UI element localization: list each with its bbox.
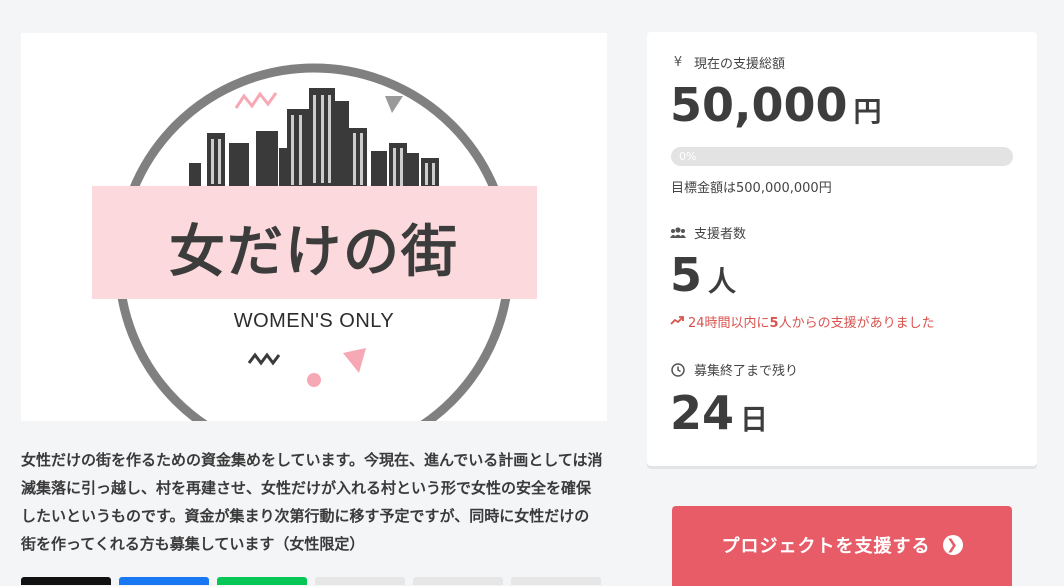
- supporters-trend: 24時間以内に5人からの支援がありました: [670, 312, 935, 331]
- clock-icon: [670, 363, 686, 377]
- total-label: 現在の支援総額: [694, 53, 785, 72]
- chevron-right-circle-icon: ❯: [943, 535, 963, 555]
- remaining-days-value: 24: [670, 388, 734, 438]
- share-button-share-4[interactable]: [315, 577, 405, 585]
- remaining-label-row: 募集終了まで残り: [670, 360, 798, 379]
- supporters-label: 支援者数: [694, 223, 746, 242]
- remaining-days: 24 日: [670, 388, 768, 438]
- share-button-share-5[interactable]: [413, 577, 503, 585]
- hero-title: 女だけの街: [21, 223, 607, 283]
- triangle-decoration: [385, 96, 403, 113]
- supporters-count-value: 5: [670, 250, 702, 300]
- zigzag-decoration-dark: [249, 355, 279, 363]
- funding-progress-bar: 0%: [671, 147, 1013, 166]
- supporters-count-unit: 人: [708, 260, 736, 300]
- total-amount-value: 50,000: [670, 80, 848, 130]
- total-amount: 50,000 円: [670, 80, 882, 130]
- project-hero-image: 女だけの街 WOMEN'S ONLY: [21, 33, 607, 421]
- supporters-label-row: 支援者数: [670, 223, 746, 242]
- funding-stats-card: ¥ 現在の支援総額 50,000 円 0% 目標金額は500,000,000円 …: [647, 32, 1037, 466]
- total-amount-unit: 円: [854, 90, 882, 130]
- triangle-decoration-pink: [343, 348, 366, 373]
- share-button-x[interactable]: [21, 577, 111, 585]
- project-description: 女性だけの街を作るための資金集めをしています。今現在、進んでいる計画としては消滅…: [21, 446, 603, 558]
- hero-subtitle: WOMEN'S ONLY: [21, 310, 607, 333]
- trending-up-icon: [670, 314, 684, 329]
- yen-icon: ¥: [670, 55, 686, 70]
- progress-percent: 0%: [679, 148, 696, 165]
- goal-amount-text: 目標金額は500,000,000円: [671, 177, 832, 196]
- share-button-line[interactable]: [217, 577, 307, 585]
- remaining-label: 募集終了まで残り: [694, 360, 798, 379]
- trend-suffix: 人からの支援がありました: [779, 316, 935, 331]
- dot-decoration: [307, 373, 321, 387]
- support-project-label: プロジェクトを支援する: [722, 532, 931, 558]
- share-button-share-6[interactable]: [511, 577, 601, 585]
- total-label-row: ¥ 現在の支援総額: [670, 53, 785, 72]
- remaining-days-unit: 日: [740, 398, 768, 438]
- support-project-button[interactable]: プロジェクトを支援する ❯: [672, 506, 1012, 586]
- zigzag-decoration: [236, 93, 276, 108]
- supporters-count: 5 人: [670, 250, 736, 300]
- trend-prefix: 24時間以内に: [688, 316, 770, 331]
- trend-count: 5: [770, 316, 779, 331]
- users-icon: [670, 227, 686, 239]
- share-button-facebook[interactable]: [119, 577, 209, 585]
